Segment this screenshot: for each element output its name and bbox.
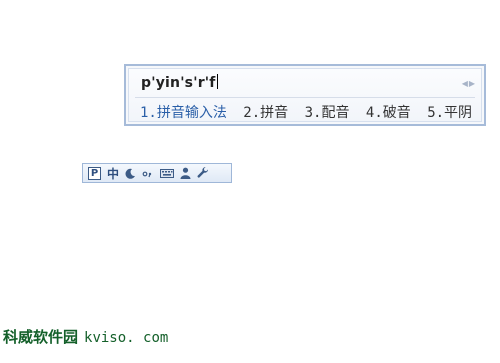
candidate-1[interactable]: 1.拼音输入法: [140, 105, 227, 121]
next-page-icon[interactable]: ▶: [469, 79, 475, 88]
ime-candidate-window: p'yin's'r'f ◀▶ 1.拼音输入法 2.拼音 3.配音 4.破音 5.…: [124, 64, 486, 126]
ime-logo-icon[interactable]: P: [88, 166, 101, 180]
watermark-url: kviso. com: [84, 330, 169, 346]
moon-icon[interactable]: [125, 166, 136, 180]
user-icon[interactable]: [180, 166, 191, 180]
candidate-2[interactable]: 2.拼音: [243, 105, 288, 121]
wrench-icon[interactable]: [197, 166, 209, 180]
punctuation-icon[interactable]: [142, 166, 154, 180]
page-nav: ◀▶: [461, 79, 475, 88]
divider: [135, 97, 475, 98]
ime-status-bar: P 中: [82, 163, 232, 183]
candidate-4[interactable]: 4.破音: [366, 105, 411, 121]
candidate-list: 1.拼音输入法 2.拼音 3.配音 4.破音 5.平阴: [140, 102, 480, 122]
screen: p'yin's'r'f ◀▶ 1.拼音输入法 2.拼音 3.配音 4.破音 5.…: [0, 0, 500, 363]
chinese-mode-toggle[interactable]: 中: [107, 166, 119, 181]
keyboard-icon[interactable]: [160, 166, 175, 180]
watermark-site-name: 科威软件园: [3, 328, 79, 346]
prev-page-icon[interactable]: ◀: [462, 79, 468, 88]
candidate-panel: p'yin's'r'f ◀▶ 1.拼音输入法 2.拼音 3.配音 4.破音 5.…: [128, 68, 482, 122]
composition-string[interactable]: p'yin's'r'f: [141, 74, 218, 91]
candidate-3[interactable]: 3.配音: [305, 105, 350, 121]
text-caret: [216, 74, 218, 89]
composition-text: p'yin's'r'f: [141, 75, 216, 91]
candidate-5[interactable]: 5.平阴: [427, 105, 472, 121]
site-watermark: 科威软件园 kviso. com: [3, 326, 168, 347]
